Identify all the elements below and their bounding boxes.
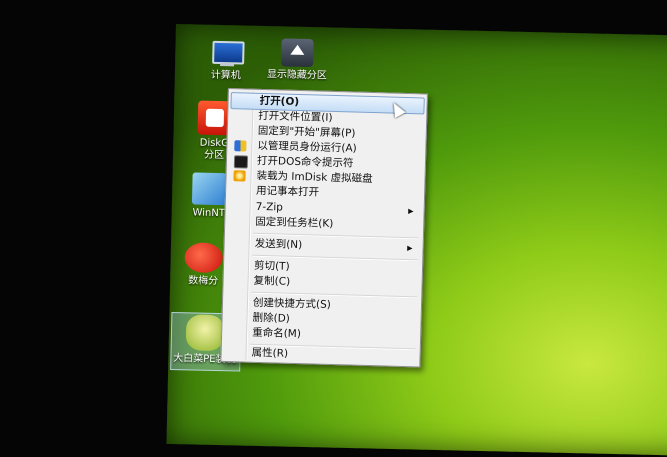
menu-item-send-to[interactable]: 发送到(N) ▶ xyxy=(226,236,420,256)
windows-setup-icon xyxy=(191,172,227,206)
menu-item-label: 固定到任务栏(K) xyxy=(255,215,334,230)
cabbage-icon xyxy=(185,314,225,352)
desktop-icon-label: 数梅分 xyxy=(188,275,219,288)
computer-icon xyxy=(208,39,245,68)
partition-tool-icon xyxy=(184,242,224,274)
submenu-arrow-icon: ▶ xyxy=(407,244,413,253)
menu-item-label: 重命名(M) xyxy=(252,326,302,341)
menu-item-label: 发送到(N) xyxy=(254,237,303,252)
menu-item-label: 7-Zip xyxy=(255,200,284,214)
menu-item-label: 用记事本打开 xyxy=(255,184,320,199)
cmd-icon xyxy=(233,155,249,169)
menu-item-label: 打开(O) xyxy=(259,94,300,108)
menu-item-label: 属性(R) xyxy=(251,346,289,360)
drive-icon xyxy=(281,38,314,68)
submenu-arrow-icon: ▶ xyxy=(408,207,414,216)
desktop-icon-label: 计算机 xyxy=(210,69,241,82)
context-menu: 打开(O) 打开文件位置(I) 固定到"开始"屏幕(P) 以管理员身份运行(A)… xyxy=(220,88,428,368)
disc-icon xyxy=(233,170,246,182)
shield-icon xyxy=(234,140,247,152)
desktop-icon-yu[interactable]: 数梅分 xyxy=(178,242,229,288)
desktop-icon-label: 显示隐藏分区 xyxy=(266,69,327,82)
desktop-icon-computer[interactable]: 计算机 xyxy=(201,39,252,83)
menu-item-label: 删除(D) xyxy=(252,311,291,325)
menu-item-label: 复制(C) xyxy=(253,274,291,288)
menu-item-label: 剪切(T) xyxy=(253,259,290,273)
desktop-icon-show-hidden[interactable]: 显示隐藏分区 xyxy=(261,38,334,83)
